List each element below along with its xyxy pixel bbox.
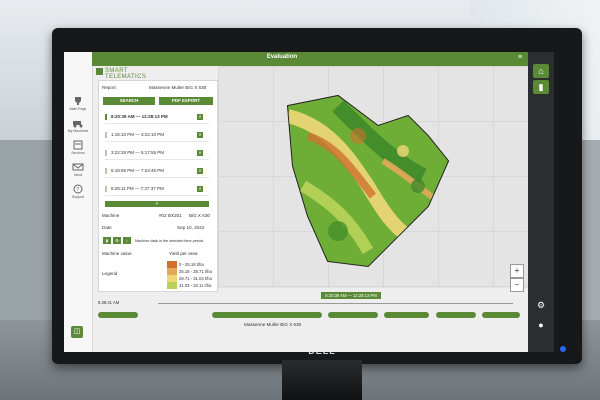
services-icon xyxy=(73,140,83,150)
nav-item-main-page[interactable]: Main Page xyxy=(64,96,92,111)
field-map[interactable] xyxy=(218,66,528,288)
legend-swatch xyxy=(167,261,177,268)
field-yield-shape xyxy=(286,94,450,268)
report-panel: Report Massenne Muller BiG X 630 SEARCH … xyxy=(98,80,218,292)
legend-panel-header: Machine data in the selected time period xyxy=(135,239,204,243)
home-icon[interactable]: ⌂ xyxy=(533,64,549,78)
timeline-segment[interactable] xyxy=(328,312,378,318)
time-range-label: 5:18:59 PM — 7:23:46 PM xyxy=(111,168,165,173)
time-range-item[interactable]: 8:29:11 PM — 7:37:37 PM ✕ xyxy=(105,183,209,196)
power-led-icon xyxy=(560,346,566,352)
timeline-start-time: 5:36:41 AM xyxy=(98,300,120,305)
legend-item-label: 25.18 - 28.71 t/ha xyxy=(179,269,212,274)
gear-icon[interactable]: ⚙ xyxy=(533,298,549,312)
cabinet-left xyxy=(0,140,60,320)
legend-swatch xyxy=(167,282,177,289)
chat-icon[interactable]: ◫ xyxy=(71,326,83,338)
machine-label: Machine xyxy=(102,213,120,218)
legend-swatch xyxy=(167,275,177,282)
time-range-label: 8:29:11 PM — 7:37:37 PM xyxy=(111,186,164,191)
user-icon[interactable]: ● xyxy=(533,318,549,332)
left-navigation: Main Page My Machines Services Inbox ? S… xyxy=(64,52,93,352)
timeline-track[interactable] xyxy=(158,303,513,304)
legend-swatch xyxy=(167,268,177,275)
time-range-item[interactable]: 5:18:59 PM — 7:23:46 PM ✕ xyxy=(105,165,209,178)
nav-item-inbox[interactable]: Inbox xyxy=(64,162,92,177)
timeline-segment[interactable] xyxy=(482,312,520,318)
nav-label: Main Page xyxy=(69,107,87,111)
nav-item-support[interactable]: ? Support xyxy=(64,184,92,199)
range-marker xyxy=(105,150,107,156)
nav-item-services[interactable]: Services xyxy=(64,140,92,155)
svg-text:?: ? xyxy=(76,187,79,193)
time-range-label: 3:22:28 PM — 5:17:55 PM xyxy=(111,150,165,155)
legend-item-label: 31.03 - 33.11 t/ha xyxy=(179,283,212,288)
time-range-item[interactable]: 8:20:39 AM — 12:28:13 PM ✕ xyxy=(105,111,209,124)
menu-icon[interactable]: ≡ xyxy=(518,54,522,61)
zoom-out-button[interactable]: − xyxy=(510,278,524,292)
nav-label: Support xyxy=(71,195,85,199)
mail-icon xyxy=(72,163,84,171)
time-range-item[interactable]: 1:18:10 PM — 3:22:10 PM ✕ xyxy=(105,129,209,142)
delete-icon[interactable]: ✕ xyxy=(197,150,203,156)
search-button[interactable]: SEARCH xyxy=(103,97,155,105)
range-marker xyxy=(105,114,107,120)
nav-item-my-machines[interactable]: My Machines xyxy=(64,118,92,133)
trophy-icon xyxy=(75,97,81,105)
zoom-in-button[interactable]: + xyxy=(510,264,524,278)
tractor-icon xyxy=(73,121,83,128)
timeline-segment[interactable] xyxy=(384,312,429,318)
time-range-item[interactable]: 3:22:28 PM — 5:17:55 PM ✕ xyxy=(105,147,209,160)
add-range-button[interactable]: + xyxy=(105,201,209,207)
machine-select[interactable]: BiG X 630 xyxy=(189,213,210,218)
delete-icon[interactable]: ✕ xyxy=(197,168,203,174)
tab-chart[interactable]: ▮ xyxy=(103,237,111,244)
page-title: Evaluation xyxy=(266,54,298,60)
logo-mark xyxy=(96,68,103,75)
delete-icon[interactable]: ✕ xyxy=(197,114,203,120)
range-marker xyxy=(105,168,107,174)
timeline-machine-label: Massenne Muller BiG X 630 xyxy=(244,322,302,327)
timeline-segment[interactable] xyxy=(436,312,476,318)
time-range-label: 8:20:39 AM — 12:28:13 PM xyxy=(111,114,168,119)
machine-id: #02 BX201 xyxy=(159,213,182,218)
machine-value-select[interactable]: Yield per area xyxy=(169,251,197,256)
legend-item-label: 28.71 - 31.03 t/ha xyxy=(179,276,212,281)
monitor-stand xyxy=(282,360,362,400)
range-marker xyxy=(105,186,107,192)
machine-value-label: Machine value xyxy=(102,251,132,256)
nav-label: Inbox xyxy=(73,173,83,177)
legend-label: Legend xyxy=(102,271,118,276)
tab-info[interactable]: i xyxy=(123,237,131,244)
help-icon: ? xyxy=(73,184,83,194)
selected-time-range-chip[interactable]: 8:20:39 AM — 12:28:13 PM xyxy=(321,292,381,299)
delete-icon[interactable]: ✕ xyxy=(197,132,203,138)
nav-label: My Machines xyxy=(67,129,89,133)
top-bar: Evaluation ≡ xyxy=(92,52,528,66)
report-select[interactable]: Massenne Muller BiG X 630 xyxy=(149,85,206,90)
range-marker xyxy=(105,132,107,138)
timeline-segment[interactable] xyxy=(212,312,322,318)
logo-text: SMART TELEMATICS xyxy=(105,68,147,80)
date-label: Date xyxy=(102,225,112,230)
delete-icon[interactable]: ✕ xyxy=(197,186,203,192)
timeline-segment[interactable] xyxy=(98,312,138,318)
date-select[interactable]: Sep 10, 2022 xyxy=(177,225,204,230)
tab-settings[interactable]: ⚙ xyxy=(113,237,121,244)
app-logo: SMART TELEMATICS xyxy=(96,67,168,80)
right-rail: ⌂ ▮ ⚙ ● xyxy=(528,52,554,352)
report-label: Report xyxy=(102,85,116,90)
app-screen: Main Page My Machines Services Inbox ? S… xyxy=(64,52,554,352)
legend-item-label: 0 - 25.18 t/ha xyxy=(179,262,204,267)
pdf-export-button[interactable]: PDF EXPORT xyxy=(159,97,213,105)
nav-label: Services xyxy=(71,151,85,155)
time-range-label: 1:18:10 PM — 3:22:10 PM xyxy=(111,132,165,137)
chart-icon[interactable]: ▮ xyxy=(533,80,549,94)
